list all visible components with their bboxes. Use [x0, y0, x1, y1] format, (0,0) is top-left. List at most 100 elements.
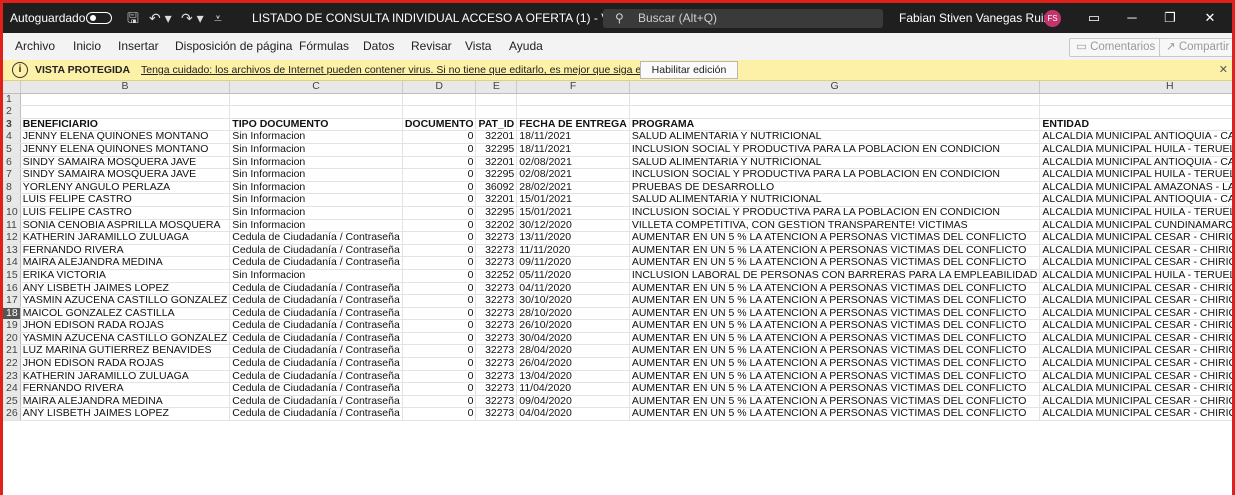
- cell[interactable]: AUMENTAR EN UN 5 % LA ATENCIÓN A PERSONA…: [629, 344, 1041, 359]
- tab-revisar[interactable]: Revisar: [411, 33, 452, 60]
- cell[interactable]: Sin Informacion: [229, 181, 403, 195]
- cell[interactable]: [475, 93, 518, 107]
- cell[interactable]: PROGRAMA: [629, 118, 1041, 132]
- cell[interactable]: 0: [402, 344, 477, 359]
- cell[interactable]: FERNANDO RIVERA: [20, 244, 231, 258]
- tab-ayuda[interactable]: Ayuda: [509, 33, 543, 60]
- cell[interactable]: Cedula de Ciudadanía / Contraseña: [229, 382, 403, 396]
- cell[interactable]: Cedula de Ciudadanía / Contraseña: [229, 319, 403, 333]
- cell[interactable]: 32273: [475, 395, 518, 409]
- row-header[interactable]: 25: [3, 395, 21, 409]
- row-header[interactable]: 9: [3, 193, 21, 207]
- cell[interactable]: INCLUSION SOCIAL Y PRODUCTIVA PARA LA PO…: [629, 206, 1041, 220]
- avatar[interactable]: FS: [1044, 10, 1061, 27]
- cell[interactable]: Cedula de Ciudadanía / Contraseña: [229, 344, 403, 359]
- cell[interactable]: ALCALDÍA MUNICIPAL CESAR - CHIRIGUANÁ: [1039, 256, 1232, 270]
- minimize-icon[interactable]: ─: [1117, 3, 1147, 33]
- cell[interactable]: 0: [402, 269, 477, 283]
- row-header[interactable]: 8: [3, 181, 21, 195]
- cell[interactable]: [402, 93, 477, 107]
- cell[interactable]: JHON EDISON RADA ROJAS: [20, 357, 231, 371]
- cell[interactable]: ALCALDÍA MUNICIPAL AMAZONAS - LA CHORRER…: [1039, 181, 1232, 195]
- cell[interactable]: AUMENTAR EN UN 5 % LA ATENCIÓN A PERSONA…: [629, 357, 1041, 371]
- cell[interactable]: [1039, 105, 1232, 119]
- cell[interactable]: DOCUMENTO: [402, 118, 477, 132]
- cell[interactable]: LUZ MARINA GUTIERREZ BENAVIDES: [20, 344, 231, 359]
- cell[interactable]: MAICOL GONZALEZ CASTILLA: [20, 307, 231, 321]
- row-header[interactable]: 20: [3, 332, 21, 346]
- cell[interactable]: ALCALDÍA MUNICIPAL CESAR - CHIRIGUANÁ: [1039, 282, 1232, 296]
- cell[interactable]: 0: [402, 395, 477, 409]
- cell[interactable]: AUMENTAR EN UN 5 % LA ATENCIÓN A PERSONA…: [629, 231, 1041, 245]
- cell[interactable]: 32295: [475, 168, 518, 182]
- cell[interactable]: Cedula de Ciudadanía / Contraseña: [229, 294, 403, 308]
- row-header[interactable]: 3: [3, 118, 21, 132]
- row-header[interactable]: 15: [3, 269, 21, 283]
- cell[interactable]: 0: [402, 256, 477, 270]
- cell[interactable]: ANY LISBETH JAIMES LOPEZ: [20, 407, 231, 422]
- cell[interactable]: ALCALDÍA MUNICIPAL CESAR - CHIRIGUANÁ: [1039, 344, 1232, 359]
- cell[interactable]: 0: [402, 168, 477, 182]
- cell[interactable]: Cedula de Ciudadanía / Contraseña: [229, 332, 403, 346]
- save-icon[interactable]: 🖫: [127, 3, 139, 33]
- cell[interactable]: 18/11/2021: [516, 143, 630, 157]
- row-header[interactable]: 17: [3, 294, 21, 308]
- row-header[interactable]: 21: [3, 344, 21, 359]
- cell[interactable]: SONIA CENOBIA ASPRILLA MOSQUERA: [20, 219, 231, 233]
- cell[interactable]: 0: [402, 130, 477, 144]
- row-header[interactable]: 7: [3, 168, 21, 182]
- cell[interactable]: Sin Informacion: [229, 219, 403, 233]
- cell[interactable]: 0: [402, 156, 477, 170]
- cell[interactable]: YORLENY ANGULO PERLAZA: [20, 181, 231, 195]
- restore-icon[interactable]: ❐: [1155, 3, 1185, 33]
- tab-inicio[interactable]: Inicio: [73, 33, 101, 60]
- cell[interactable]: SALUD ALIMENTARIA Y NUTRICIONAL: [629, 130, 1041, 144]
- cell[interactable]: AUMENTAR EN UN 5 % LA ATENCIÓN A PERSONA…: [629, 382, 1041, 396]
- cell[interactable]: 15/01/2021: [516, 193, 630, 207]
- column-header-f[interactable]: F: [516, 81, 630, 94]
- cell[interactable]: 0: [402, 319, 477, 333]
- cell[interactable]: ALCALDÍA MUNICIPAL CESAR - CHIRIGUANÁ: [1039, 407, 1232, 422]
- cell[interactable]: 09/11/2020: [516, 256, 630, 270]
- cell[interactable]: Sin Informacion: [229, 168, 403, 182]
- cell[interactable]: JENNY ELENA QUIÑONES MONTAÑO: [20, 143, 231, 157]
- cell[interactable]: 28/02/2021: [516, 181, 630, 195]
- cell[interactable]: MAIRA ALEJANDRA MEDINA: [20, 256, 231, 270]
- row-header[interactable]: 16: [3, 282, 21, 296]
- cell[interactable]: 11/04/2020: [516, 382, 630, 396]
- ribbon-display-icon[interactable]: ▭: [1079, 3, 1109, 33]
- row-header[interactable]: 13: [3, 244, 21, 258]
- cell[interactable]: JENNY ELENA QUIÑONES MONTAÑO: [20, 130, 231, 144]
- row-header[interactable]: 2: [3, 105, 21, 119]
- cell[interactable]: ALCALDÍA MUNICIPAL CESAR - CHIRIGUANÁ: [1039, 231, 1232, 245]
- redo-icon[interactable]: ↷ ▾: [181, 3, 204, 33]
- cell[interactable]: ALCALDÍA MUNICIPAL ANTIOQUIA - CAUCASIA: [1039, 193, 1232, 207]
- cell[interactable]: [20, 105, 231, 119]
- cell[interactable]: 02/08/2021: [516, 156, 630, 170]
- cell[interactable]: 09/04/2020: [516, 395, 630, 409]
- cell[interactable]: 30/12/2020: [516, 219, 630, 233]
- cell[interactable]: 32273: [475, 294, 518, 308]
- cell[interactable]: YASMIN AZUCENA CASTILLO GONZALEZ: [20, 294, 231, 308]
- row-header[interactable]: 26: [3, 407, 21, 422]
- cell[interactable]: 32273: [475, 357, 518, 371]
- column-header-c[interactable]: C: [229, 81, 403, 94]
- cell[interactable]: Cedula de Ciudadanía / Contraseña: [229, 231, 403, 245]
- cell[interactable]: Sin Informacion: [229, 156, 403, 170]
- row-header[interactable]: 6: [3, 156, 21, 170]
- cell[interactable]: 32201: [475, 193, 518, 207]
- cell[interactable]: LUIS FELIPE CASTRO: [20, 206, 231, 220]
- cell[interactable]: [20, 93, 231, 107]
- cell[interactable]: MAIRA ALEJANDRA MEDINA: [20, 395, 231, 409]
- cell[interactable]: 02/08/2021: [516, 168, 630, 182]
- cell[interactable]: KATHERIN JARAMILLO ZULUAGA: [20, 231, 231, 245]
- cell[interactable]: 13/11/2020: [516, 231, 630, 245]
- cell[interactable]: Sin Informacion: [229, 143, 403, 157]
- cell[interactable]: KATHERIN JARAMILLO ZULUAGA: [20, 370, 231, 384]
- cell[interactable]: 0: [402, 181, 477, 195]
- cell[interactable]: ALCALDÍA MUNICIPAL HUILA - TERUEL- CODAZ…: [1039, 206, 1232, 220]
- tab-insertar[interactable]: Insertar: [118, 33, 159, 60]
- cell[interactable]: 0: [402, 244, 477, 258]
- cell[interactable]: 32273: [475, 319, 518, 333]
- row-header[interactable]: 11: [3, 219, 21, 233]
